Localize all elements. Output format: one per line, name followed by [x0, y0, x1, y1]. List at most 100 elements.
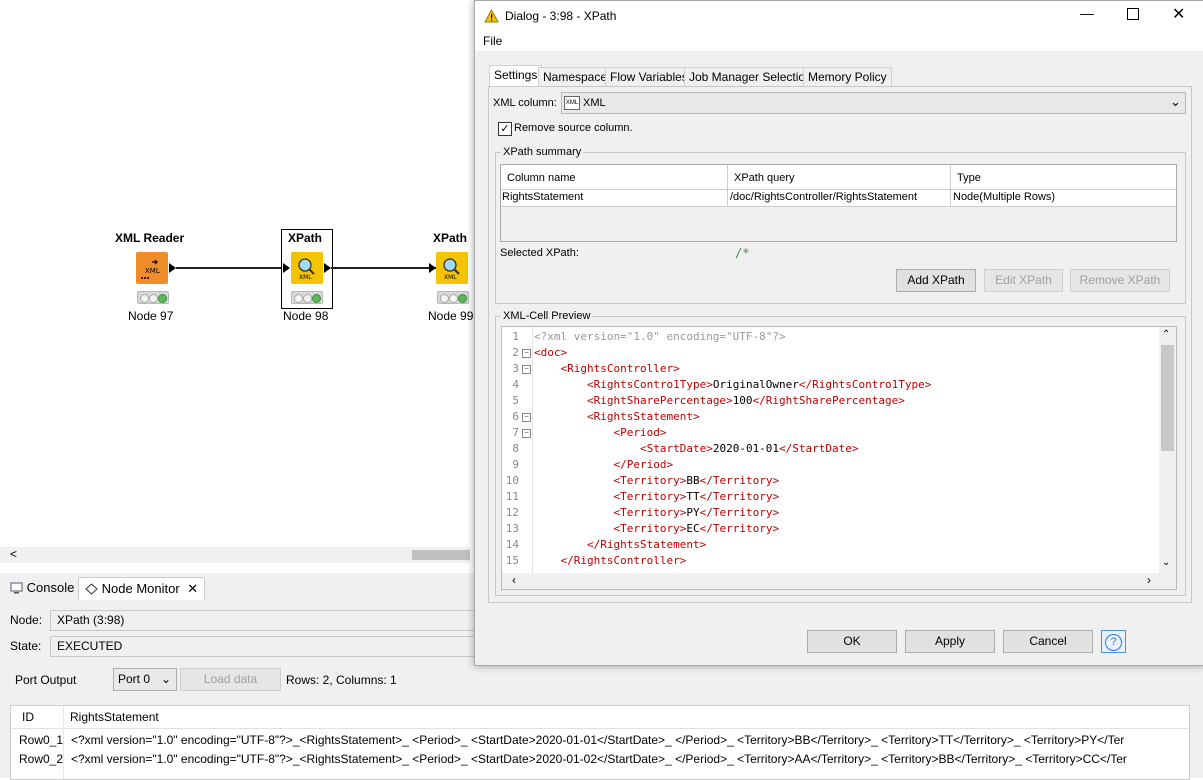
code-open-tag: </RightsController>	[560, 554, 687, 567]
node-title: XPath	[433, 231, 468, 245]
summary-header-column-name[interactable]: Column name	[507, 172, 575, 184]
code-line: 10 <Territory>BB</Territory>	[502, 473, 779, 489]
output-table: ID RightsStatement Row0_1 <?xml version=…	[10, 705, 1190, 780]
menu-file[interactable]: File	[483, 34, 502, 48]
remove-xpath-button[interactable]: Remove XPath	[1070, 269, 1170, 292]
input-port-icon[interactable]	[283, 263, 290, 273]
port-select[interactable]: Port 0 ⌄	[113, 668, 177, 691]
code-line: 5 <RightSharePercentage>100</RightShareP…	[502, 393, 905, 409]
node-field: XPath (3:98)	[50, 610, 498, 631]
chevron-down-icon[interactable]: ⌄	[1162, 557, 1170, 568]
chevron-right-icon[interactable]: ›	[1147, 573, 1151, 587]
line-number: 10	[505, 474, 519, 487]
tab-namespace[interactable]: Namespace	[538, 67, 613, 87]
minimize-icon[interactable]: —	[1080, 5, 1094, 21]
row-value: <?xml version="1.0" encoding="UTF-8"?>_<…	[71, 752, 1127, 766]
ok-button[interactable]: OK	[807, 630, 897, 653]
code-open-tag: <Territory>	[613, 474, 687, 487]
chevron-up-icon[interactable]: ⌃	[1162, 329, 1170, 340]
tab-settings[interactable]: Settings	[489, 65, 543, 86]
line-number: 5	[512, 394, 519, 407]
table-row[interactable]: Row0_1 <?xml version="1.0" encoding="UTF…	[11, 733, 1189, 751]
code-open-tag: <RightsController>	[560, 362, 680, 375]
fold-toggle-icon[interactable]: −	[522, 413, 531, 422]
xpath-summary-table: Column name XPath query Type RightsState…	[500, 164, 1177, 242]
add-xpath-button[interactable]: Add XPath	[896, 269, 976, 292]
code-line: 11 <Territory>TT</Territory>	[502, 489, 779, 505]
output-port-icon[interactable]	[324, 263, 331, 273]
xml-column-select[interactable]: XML XML ⌄	[561, 92, 1186, 114]
code-close-tag: </Territory>	[699, 522, 780, 535]
fold-toggle-icon[interactable]: −	[522, 365, 531, 374]
node-monitor-icon	[85, 583, 98, 595]
output-port-icon[interactable]	[169, 263, 176, 273]
canvas-horizontal-scrollbar[interactable]: <	[0, 547, 470, 563]
tab-memory-policy[interactable]: Memory Policy	[803, 67, 892, 87]
table-row[interactable]: Row0_2 <?xml version="1.0" encoding="UTF…	[11, 752, 1189, 770]
node-title: XML Reader	[115, 231, 185, 245]
scroll-left-icon[interactable]: <	[10, 547, 17, 561]
line-number: 15	[505, 554, 519, 567]
node-label: Node 99	[428, 309, 474, 323]
column-header-id[interactable]: ID	[22, 710, 34, 724]
tab-node-monitor[interactable]: Node Monitor ✕	[78, 577, 206, 600]
close-icon[interactable]: ✕	[187, 581, 198, 596]
port-output-label: Port Output	[15, 673, 77, 687]
code-text: BB	[686, 474, 700, 487]
line-number: 2	[512, 346, 519, 359]
summary-header-xpath-query[interactable]: XPath query	[734, 172, 795, 184]
line-number: 14	[505, 538, 519, 551]
tab-console[interactable]: Console	[4, 577, 80, 599]
code-open-tag: <?xml version="1.0" encoding="UTF-8"?>	[534, 330, 786, 343]
xml-type-icon: XML	[564, 96, 580, 110]
xpath-node-icon[interactable]: XML	[436, 252, 468, 284]
line-number: 13	[505, 522, 519, 535]
xpath-dialog: Dialog - 3:98 - XPath — ✕ File Settings …	[474, 0, 1203, 666]
apply-button[interactable]: Apply	[905, 630, 995, 653]
dialog-title-bar[interactable]: Dialog - 3:98 - XPath — ✕	[475, 1, 1203, 31]
fold-toggle-icon[interactable]: −	[522, 349, 531, 358]
line-number: 12	[505, 506, 519, 519]
cancel-button[interactable]: Cancel	[1003, 630, 1093, 653]
xml-code-editor[interactable]: 1 <?xml version="1.0" encoding="UTF-8"?> 2…	[501, 326, 1177, 590]
xml-reader-node-icon[interactable]: XML	[136, 252, 168, 284]
line-number: 8	[512, 442, 519, 455]
help-button[interactable]: ?	[1101, 630, 1126, 653]
rows-info: Rows: 2, Columns: 1	[286, 673, 397, 687]
fold-toggle-icon[interactable]: −	[522, 429, 531, 438]
maximize-icon[interactable]	[1127, 8, 1139, 20]
svg-text:XML: XML	[444, 274, 457, 281]
tab-flow-variables[interactable]: Flow Variables	[605, 67, 693, 87]
remove-source-checkbox[interactable]: ✓	[498, 122, 512, 136]
load-data-button[interactable]: Load data	[180, 668, 281, 691]
code-text: 100	[732, 394, 753, 407]
code-close-tag: </RightsContro1Type>	[798, 378, 932, 391]
code-open-tag: </Period>	[613, 458, 674, 471]
status-traffic-light-icon	[137, 291, 169, 304]
code-vertical-scrollbar[interactable]: ⌃ ⌄	[1159, 327, 1176, 573]
line-number: 7	[512, 426, 519, 439]
chevron-down-icon: ⌄	[160, 672, 171, 686]
code-horizontal-scrollbar[interactable]: ‹ ›	[502, 573, 1176, 589]
code-line: 13 <Territory>EC</Territory>	[502, 521, 779, 537]
summary-row[interactable]: RightsStatement /doc/RightsController/Ri…	[501, 190, 1176, 206]
summary-header-type[interactable]: Type	[957, 172, 981, 184]
code-open-tag: <Territory>	[613, 522, 687, 535]
console-icon	[10, 582, 23, 594]
tab-job-manager-selection[interactable]: Job Manager Selection	[684, 67, 817, 87]
scrollbar-thumb[interactable]	[1161, 345, 1174, 451]
chevron-left-icon[interactable]: ‹	[512, 573, 516, 587]
close-icon[interactable]: ✕	[1172, 4, 1185, 24]
code-close-tag: </Territory>	[699, 490, 780, 503]
code-line: 15 </RightsController>	[502, 553, 687, 569]
input-port-icon[interactable]	[429, 263, 436, 273]
state-label: State:	[10, 639, 42, 653]
column-header-rightsstatement[interactable]: RightsStatement	[70, 710, 159, 724]
status-traffic-light-icon	[291, 291, 323, 304]
remove-source-label: Remove source column.	[514, 122, 633, 134]
row-value: <?xml version="1.0" encoding="UTF-8"?>_<…	[71, 733, 1125, 747]
edit-xpath-button[interactable]: Edit XPath	[984, 269, 1063, 292]
scrollbar-thumb[interactable]	[412, 550, 470, 560]
code-line: 1 <?xml version="1.0" encoding="UTF-8"?>	[502, 329, 786, 345]
xpath-node-icon[interactable]: XML	[291, 252, 323, 284]
